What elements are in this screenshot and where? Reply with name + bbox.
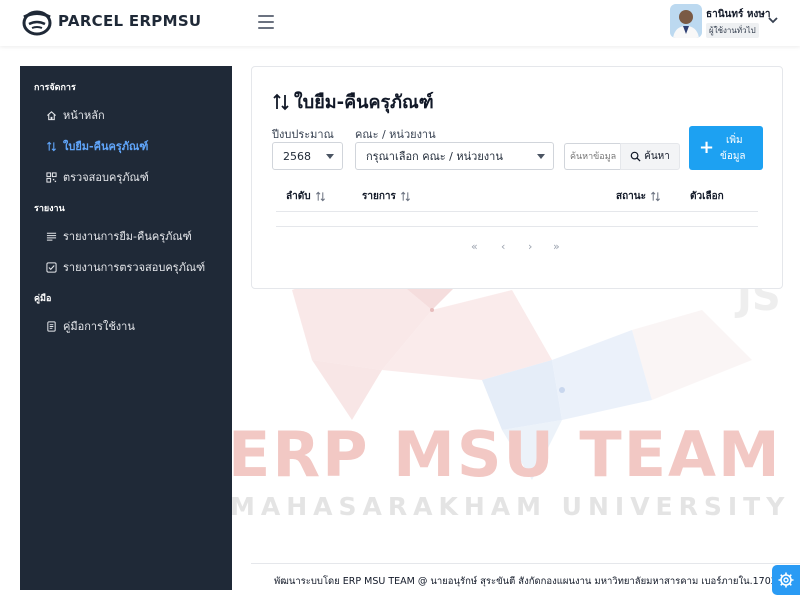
pagination-first[interactable]: «: [471, 240, 478, 253]
list-lines-icon: [46, 232, 57, 241]
sidebar-section-reports: รายงาน: [34, 204, 65, 214]
sort-icon: [315, 191, 325, 202]
sort-icon: [651, 191, 660, 202]
column-header-label: ลำดับ: [286, 191, 311, 202]
add-button-label-line1: เพิ่ม: [726, 135, 743, 146]
fiscal-year-label: ปีงบประมาณ: [272, 128, 334, 141]
sort-icon: [400, 191, 410, 202]
gear-icon: [778, 572, 794, 588]
footer-divider: [251, 563, 800, 564]
sidebar-item-borrow-report[interactable]: รายงานการยืม-คืนครุภัณฑ์: [46, 227, 192, 245]
column-header-label: รายการ: [362, 191, 396, 202]
settings-button[interactable]: [772, 565, 800, 595]
column-header-status[interactable]: สถานะ: [616, 189, 661, 204]
sidebar-nav: การจัดการ หน้าหลัก ใบยืม-คืนครุภัณฑ์ ตรว…: [20, 66, 232, 590]
department-value: กรุณาเลือก คณะ / หน่วยงาน: [366, 150, 503, 163]
sidebar-item-home[interactable]: หน้าหลัก: [46, 106, 105, 124]
book-icon: [47, 320, 56, 332]
add-button-label-line2: ข้อมูล: [720, 151, 746, 162]
column-header-order[interactable]: ลำดับ: [286, 189, 326, 204]
sidebar-item-label: รายงานการตรวจสอบครุภัณฑ์: [63, 261, 206, 274]
sidebar-section-management: การจัดการ: [34, 83, 76, 93]
sidebar-item-inspect-report[interactable]: รายงานการตรวจสอบครุภัณฑ์: [46, 258, 205, 276]
sidebar-section-manual: คู่มือ: [34, 294, 52, 304]
footer-credit: พัฒนาระบบโดย ERP MSU TEAM @ นายอนุรักษ์ …: [274, 576, 777, 587]
chevron-down-icon[interactable]: [767, 14, 779, 26]
borrow-return-card: ใบยืม-คืนครุภัณฑ์ ปีงบประมาณ คณะ / หน่วย…: [251, 66, 783, 289]
page-title: ใบยืม-คืนครุภัณฑ์: [272, 87, 434, 116]
user-photo-icon: [670, 4, 702, 38]
app-logo-icon[interactable]: [20, 7, 54, 37]
sidebar-item-label: ใบยืม-คืนครุภัณฑ์: [63, 140, 149, 153]
department-label: คณะ / หน่วยงาน: [355, 128, 436, 141]
sidebar-item-label: ตรวจสอบครุภัณฑ์: [63, 171, 149, 184]
sort-arrows-icon: [273, 93, 289, 110]
pagination-prev[interactable]: ‹: [501, 240, 505, 253]
add-data-button[interactable]: + เพิ่ม ข้อมูล: [689, 126, 763, 170]
column-header-options: ตัวเลือก: [690, 189, 724, 204]
app-brand-name[interactable]: PARCEL ERPMSU: [58, 12, 201, 30]
column-header-label: ตัวเลือก: [690, 191, 724, 202]
sidebar-item-label: หน้าหลัก: [63, 109, 105, 122]
sort-arrows-icon: [46, 141, 57, 151]
caret-down-icon: [326, 154, 334, 159]
page-title-text: ใบยืม-คืนครุภัณฑ์: [294, 92, 434, 113]
top-header: PARCEL ERPMSU ธานินทร์ หงษา ผู้ใช้งานทั่…: [0, 0, 800, 46]
search-button-label: ค้นหา: [644, 151, 670, 162]
caret-down-icon: [537, 154, 545, 159]
sidebar-item-inspect[interactable]: ตรวจสอบครุภัณฑ์: [46, 168, 149, 186]
fiscal-year-select[interactable]: 2568: [272, 142, 343, 170]
pagination-last[interactable]: »: [553, 240, 560, 253]
user-name[interactable]: ธานินทร์ หงษา: [706, 7, 771, 22]
user-role-badge: ผู้ใช้งานทั่วไป: [706, 23, 759, 38]
watermark-title: ERP MSU TEAM: [228, 418, 782, 491]
qr-code-icon: [46, 171, 57, 183]
watermark-subtitle: MAHASARAKHAM UNIVERSITY: [230, 492, 791, 521]
pagination-next[interactable]: ›: [528, 240, 532, 253]
sidebar-item-borrow-return[interactable]: ใบยืม-คืนครุภัณฑ์: [46, 137, 148, 155]
table-bottom-divider: [276, 226, 758, 227]
checkbox-icon: [46, 261, 57, 273]
background-network-artwork: JS: [292, 260, 781, 480]
fiscal-year-value: 2568: [283, 149, 311, 163]
column-header-item[interactable]: รายการ: [362, 189, 411, 204]
plus-icon: +: [699, 137, 715, 158]
search-icon: [630, 151, 641, 162]
sidebar-item-label: คู่มือการใช้งาน: [63, 320, 135, 333]
user-avatar[interactable]: [670, 4, 702, 38]
sidebar-item-label: รายงานการยืม-คืนครุภัณฑ์: [63, 230, 192, 243]
table-header-divider: [276, 211, 758, 212]
search-input[interactable]: [564, 143, 620, 170]
sidebar-item-user-manual[interactable]: คู่มือการใช้งาน: [46, 317, 135, 335]
column-header-label: สถานะ: [616, 191, 646, 202]
search-button[interactable]: ค้นหา: [620, 143, 680, 170]
menu-toggle-icon[interactable]: [258, 15, 274, 29]
home-icon: [47, 110, 56, 120]
department-select[interactable]: กรุณาเลือก คณะ / หน่วยงาน: [355, 142, 554, 170]
